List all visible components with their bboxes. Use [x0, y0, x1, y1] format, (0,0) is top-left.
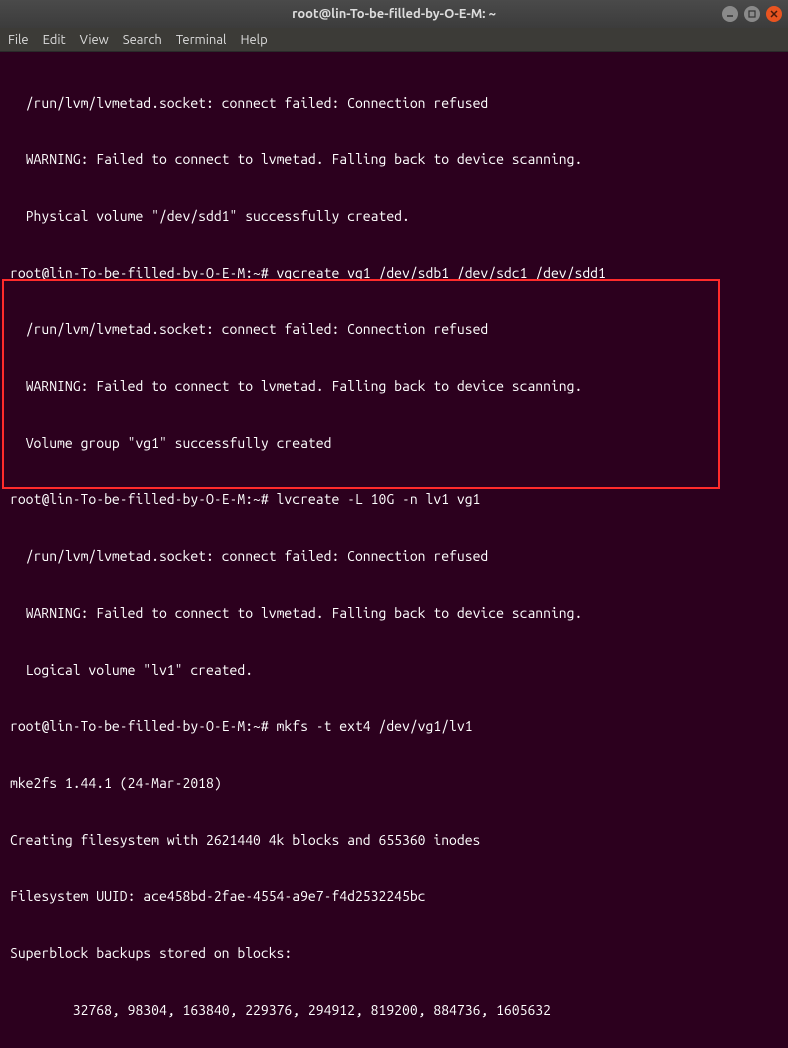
terminal-line: root@lin-To-be-filled-by-O-E-M:~# vgcrea… — [10, 264, 782, 283]
terminal-line: root@lin-To-be-filled-by-O-E-M:~# mkfs -… — [10, 717, 782, 736]
maximize-button[interactable] — [744, 6, 760, 22]
close-button[interactable] — [766, 6, 782, 22]
terminal-line: WARNING: Failed to connect to lvmetad. F… — [10, 377, 782, 396]
menu-help[interactable]: Help — [240, 33, 267, 47]
titlebar: root@lin-To-be-filled-by-O-E-M: ~ — [0, 0, 788, 28]
terminal-line: /run/lvm/lvmetad.socket: connect failed:… — [10, 94, 782, 113]
terminal-line: Filesystem UUID: ace458bd-2fae-4554-a9e7… — [10, 887, 782, 906]
minimize-button[interactable] — [722, 6, 738, 22]
terminal-line: Logical volume "lv1" created. — [10, 661, 782, 680]
terminal-line: /run/lvm/lvmetad.socket: connect failed:… — [10, 320, 782, 339]
menu-view[interactable]: View — [80, 33, 109, 47]
terminal-line: Superblock backups stored on blocks: — [10, 944, 782, 963]
terminal-line: mke2fs 1.44.1 (24-Mar-2018) — [10, 774, 782, 793]
terminal-line: root@lin-To-be-filled-by-O-E-M:~# lvcrea… — [10, 490, 782, 509]
terminal-line: Volume group "vg1" successfully created — [10, 434, 782, 453]
window-title: root@lin-To-be-filled-by-O-E-M: ~ — [292, 7, 496, 21]
terminal-line: Physical volume "/dev/sdd1" successfully… — [10, 207, 782, 226]
terminal-line: WARNING: Failed to connect to lvmetad. F… — [10, 150, 782, 169]
window-controls — [722, 6, 782, 22]
menu-terminal[interactable]: Terminal — [176, 33, 227, 47]
terminal-line: Creating filesystem with 2621440 4k bloc… — [10, 831, 782, 850]
terminal-content[interactable]: /run/lvm/lvmetad.socket: connect failed:… — [0, 52, 788, 1048]
terminal-line: 32768, 98304, 163840, 229376, 294912, 81… — [10, 1001, 782, 1020]
menu-file[interactable]: File — [8, 33, 29, 47]
terminal-line: WARNING: Failed to connect to lvmetad. F… — [10, 604, 782, 623]
menu-edit[interactable]: Edit — [43, 33, 66, 47]
menu-search[interactable]: Search — [123, 33, 162, 47]
menubar: File Edit View Search Terminal Help — [0, 28, 788, 52]
terminal-line: /run/lvm/lvmetad.socket: connect failed:… — [10, 547, 782, 566]
